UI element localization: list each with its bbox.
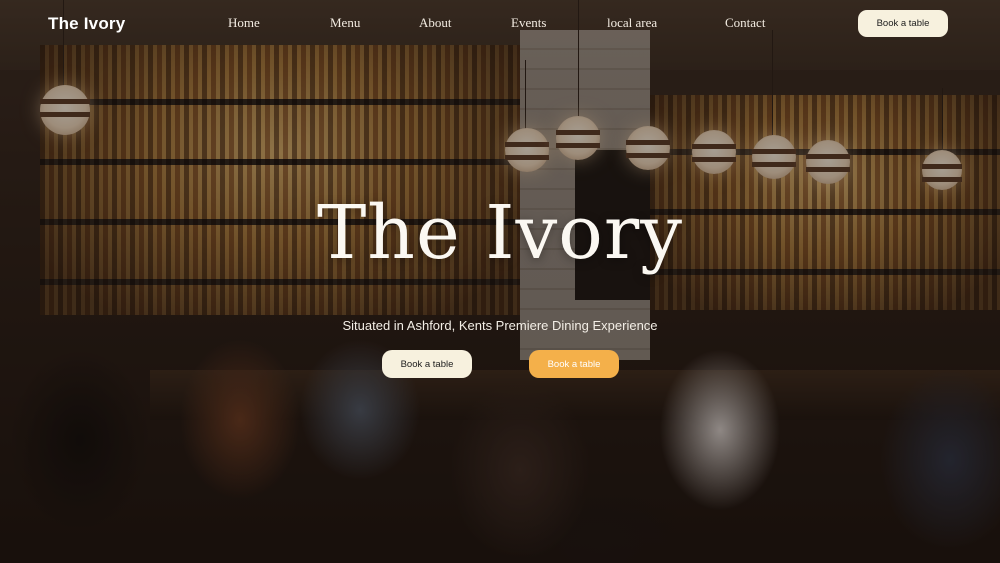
nav-link-local-area[interactable]: local area bbox=[607, 15, 657, 31]
nav-link-contact[interactable]: Contact bbox=[725, 15, 765, 31]
nav-link-menu[interactable]: Menu bbox=[330, 15, 360, 31]
hero-title: The Ivory bbox=[316, 190, 684, 276]
nav-link-events[interactable]: Events bbox=[511, 15, 546, 31]
hero-subtitle: Situated in Ashford, Kents Premiere Dini… bbox=[342, 318, 658, 333]
nav-book-table-button[interactable]: Book a table bbox=[858, 10, 948, 37]
nav-link-home[interactable]: Home bbox=[228, 15, 260, 31]
top-navigation: The Ivory Home Menu About Events local a… bbox=[0, 0, 1000, 48]
hero-book-table-button[interactable]: Book a table bbox=[382, 350, 472, 378]
brand-logo[interactable]: The Ivory bbox=[48, 14, 125, 34]
nav-link-about[interactable]: About bbox=[419, 15, 452, 31]
hero-book-table-accent-button[interactable]: Book a table bbox=[529, 350, 619, 378]
hero-background-image bbox=[0, 0, 1000, 563]
